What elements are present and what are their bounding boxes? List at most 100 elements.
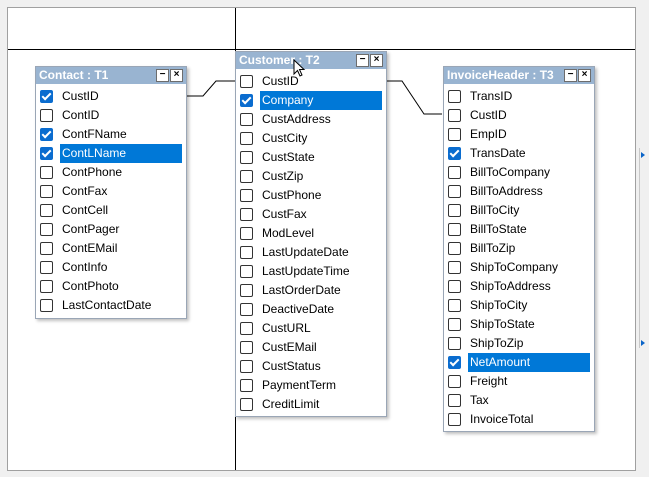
- field-label[interactable]: LastContactDate: [60, 296, 151, 315]
- field-checkbox[interactable]: [448, 223, 461, 236]
- field-checkbox[interactable]: [40, 147, 53, 160]
- field-row[interactable]: CustAddress: [240, 110, 382, 129]
- field-label[interactable]: ContFax: [60, 182, 107, 201]
- field-row[interactable]: Freight: [448, 372, 590, 391]
- field-label[interactable]: BillToAddress: [468, 182, 543, 201]
- field-row[interactable]: BillToAddress: [448, 182, 590, 201]
- field-row[interactable]: DeactiveDate: [240, 300, 382, 319]
- field-checkbox[interactable]: [448, 356, 461, 369]
- field-label[interactable]: CustStatus: [260, 357, 321, 376]
- table-window-invoiceheader[interactable]: InvoiceHeader : T3 − × TransID CustID EmpI…: [443, 66, 595, 432]
- field-label[interactable]: CustAddress: [260, 110, 331, 129]
- field-checkbox[interactable]: [240, 151, 253, 164]
- field-checkbox[interactable]: [240, 208, 253, 221]
- field-checkbox[interactable]: [448, 280, 461, 293]
- field-checkbox[interactable]: [240, 94, 253, 107]
- field-label[interactable]: CustEMail: [260, 338, 317, 357]
- field-checkbox[interactable]: [240, 246, 253, 259]
- field-checkbox[interactable]: [40, 90, 53, 103]
- minimize-icon[interactable]: −: [356, 54, 369, 67]
- field-label[interactable]: InvoiceTotal: [468, 410, 533, 429]
- field-label[interactable]: CreditLimit: [260, 395, 319, 414]
- field-row[interactable]: ContID: [40, 106, 182, 125]
- field-row[interactable]: LastUpdateDate: [240, 243, 382, 262]
- field-checkbox[interactable]: [240, 379, 253, 392]
- field-checkbox[interactable]: [448, 261, 461, 274]
- field-label[interactable]: Tax: [468, 391, 489, 410]
- field-row[interactable]: EmpID: [448, 125, 590, 144]
- field-checkbox[interactable]: [448, 413, 461, 426]
- field-label[interactable]: ContPager: [60, 220, 119, 239]
- field-checkbox[interactable]: [40, 128, 53, 141]
- field-label[interactable]: CustZip: [260, 167, 303, 186]
- field-checkbox[interactable]: [448, 299, 461, 312]
- field-checkbox[interactable]: [240, 227, 253, 240]
- field-checkbox[interactable]: [240, 265, 253, 278]
- field-label[interactable]: BillToState: [468, 220, 527, 239]
- field-label[interactable]: ContLName: [60, 144, 182, 163]
- field-row[interactable]: ContEMail: [40, 239, 182, 258]
- field-checkbox[interactable]: [448, 90, 461, 103]
- field-checkbox[interactable]: [448, 337, 461, 350]
- field-label[interactable]: LastOrderDate: [260, 281, 341, 300]
- field-row[interactable]: InvoiceTotal: [448, 410, 590, 429]
- field-row[interactable]: BillToState: [448, 220, 590, 239]
- field-label[interactable]: TransDate: [468, 144, 526, 163]
- field-checkbox[interactable]: [40, 223, 53, 236]
- field-row[interactable]: ShipToZip: [448, 334, 590, 353]
- field-checkbox[interactable]: [240, 360, 253, 373]
- field-checkbox[interactable]: [40, 166, 53, 179]
- field-row[interactable]: ShipToState: [448, 315, 590, 334]
- field-checkbox[interactable]: [240, 284, 253, 297]
- field-label[interactable]: ShipToCity: [468, 296, 527, 315]
- field-checkbox[interactable]: [448, 318, 461, 331]
- field-row[interactable]: ContCell: [40, 201, 182, 220]
- field-row[interactable]: Company: [240, 91, 382, 110]
- minimize-icon[interactable]: −: [156, 69, 169, 82]
- field-label[interactable]: ShipToState: [468, 315, 535, 334]
- close-icon[interactable]: ×: [370, 54, 383, 67]
- field-row[interactable]: BillToZip: [448, 239, 590, 258]
- field-checkbox[interactable]: [448, 128, 461, 141]
- field-label[interactable]: ContCell: [60, 201, 108, 220]
- field-checkbox[interactable]: [240, 75, 253, 88]
- field-row[interactable]: ShipToCompany: [448, 258, 590, 277]
- field-checkbox[interactable]: [40, 299, 53, 312]
- field-row[interactable]: ContInfo: [40, 258, 182, 277]
- field-label[interactable]: CustFax: [260, 205, 307, 224]
- field-label[interactable]: ShipToCompany: [468, 258, 558, 277]
- close-icon[interactable]: ×: [578, 69, 591, 82]
- field-row[interactable]: ContPhoto: [40, 277, 182, 296]
- field-row[interactable]: CustID: [240, 72, 382, 91]
- field-label[interactable]: LastUpdateTime: [260, 262, 350, 281]
- field-label[interactable]: ContInfo: [60, 258, 107, 277]
- field-label[interactable]: CustID: [468, 106, 507, 125]
- field-label[interactable]: DeactiveDate: [260, 300, 334, 319]
- field-row[interactable]: ContPager: [40, 220, 182, 239]
- field-checkbox[interactable]: [40, 242, 53, 255]
- field-row[interactable]: CustFax: [240, 205, 382, 224]
- field-checkbox[interactable]: [240, 398, 253, 411]
- field-label[interactable]: CustState: [260, 148, 315, 167]
- field-row[interactable]: CustCity: [240, 129, 382, 148]
- field-row[interactable]: CustPhone: [240, 186, 382, 205]
- field-checkbox[interactable]: [40, 261, 53, 274]
- field-checkbox[interactable]: [448, 147, 461, 160]
- field-label[interactable]: Freight: [468, 372, 507, 391]
- field-label[interactable]: LastUpdateDate: [260, 243, 349, 262]
- field-label[interactable]: BillToCompany: [468, 163, 550, 182]
- table-title-bar[interactable]: InvoiceHeader : T3 − ×: [444, 67, 594, 84]
- field-checkbox[interactable]: [240, 322, 253, 335]
- field-row[interactable]: BillToCompany: [448, 163, 590, 182]
- field-label[interactable]: ContFName: [60, 125, 127, 144]
- field-checkbox[interactable]: [240, 132, 253, 145]
- field-checkbox[interactable]: [448, 242, 461, 255]
- field-row[interactable]: ModLevel: [240, 224, 382, 243]
- field-checkbox[interactable]: [40, 185, 53, 198]
- field-row[interactable]: ShipToCity: [448, 296, 590, 315]
- field-row[interactable]: CustZip: [240, 167, 382, 186]
- field-label[interactable]: CustURL: [260, 319, 311, 338]
- field-label[interactable]: ShipToAddress: [468, 277, 551, 296]
- field-label[interactable]: TransID: [468, 87, 512, 106]
- field-row[interactable]: ContPhone: [40, 163, 182, 182]
